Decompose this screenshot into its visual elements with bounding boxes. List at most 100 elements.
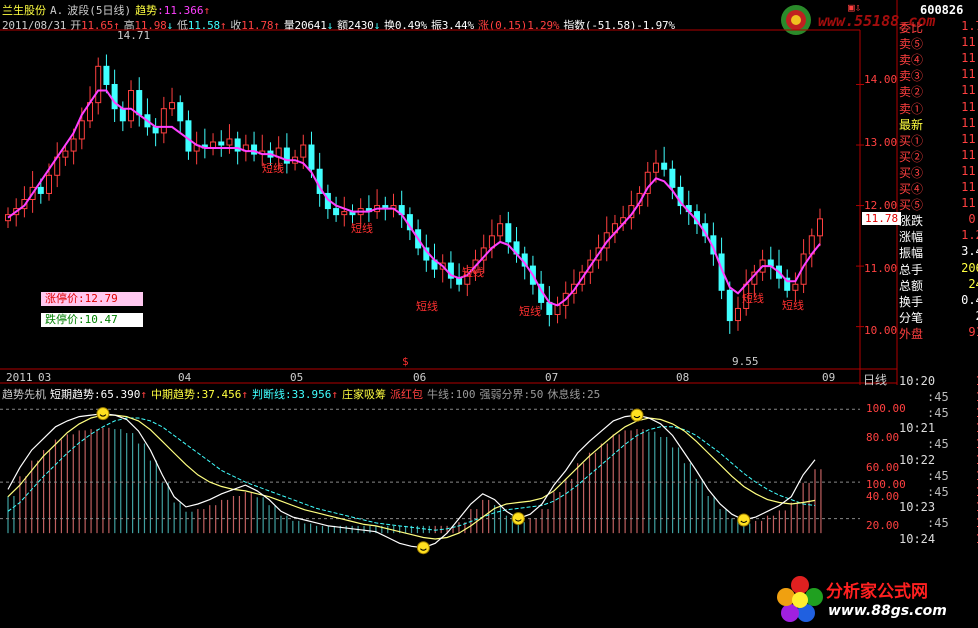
- quote-label: 买②: [899, 149, 924, 163]
- candle-body[interactable]: [554, 304, 561, 316]
- price-chart[interactable]: [0, 0, 978, 385]
- indicator-chart[interactable]: [0, 400, 897, 628]
- candle-body[interactable]: [333, 208, 340, 216]
- quote-row[interactable]: 分笔27: [897, 308, 978, 324]
- tick-row: :4511: [897, 405, 978, 421]
- candle-body[interactable]: [128, 90, 135, 122]
- candle-body[interactable]: [300, 144, 307, 158]
- current-price-tag: 11.78: [862, 212, 902, 225]
- month-label: 07: [545, 371, 559, 384]
- candle-body[interactable]: [546, 301, 553, 316]
- candle-body[interactable]: [497, 223, 504, 237]
- quote-label: 卖③: [899, 69, 924, 83]
- candle-body[interactable]: [734, 307, 741, 322]
- candle-body[interactable]: [103, 65, 110, 85]
- candle-body[interactable]: [817, 218, 823, 237]
- quote-row[interactable]: 买② 11.7: [897, 147, 978, 163]
- candle-body[interactable]: [70, 138, 77, 152]
- quote-row[interactable]: 振幅 3.44: [897, 243, 978, 259]
- candle-body[interactable]: [652, 162, 659, 173]
- quote-row[interactable]: 买④ 11.7: [897, 179, 978, 195]
- quote-value: 2064: [961, 260, 978, 275]
- quote-label: 振幅: [899, 246, 924, 260]
- trend-line: [7, 89, 821, 307]
- candle-body[interactable]: [669, 168, 676, 188]
- quote-value: 11.8: [961, 51, 978, 66]
- month-label: 09: [822, 371, 836, 384]
- quote-row[interactable]: 买① 11.7: [897, 131, 978, 147]
- candle-body[interactable]: [95, 65, 102, 104]
- candle-body[interactable]: [341, 211, 348, 216]
- tick-time: :45: [927, 516, 949, 531]
- quote-value: 11.8: [961, 99, 978, 114]
- quote-row[interactable]: 涨幅 1.29: [897, 227, 978, 243]
- price-label: 14.00: [864, 73, 898, 86]
- quote-row[interactable]: 涨跌 0.1: [897, 211, 978, 227]
- candle-body[interactable]: [726, 289, 733, 322]
- quote-label: 卖①: [899, 101, 924, 115]
- quote-row[interactable]: 买⑤ 11.7: [897, 195, 978, 211]
- candle-body[interactable]: [792, 283, 799, 291]
- candle-body[interactable]: [177, 102, 184, 122]
- quote-row[interactable]: 卖① 11.8: [897, 99, 978, 115]
- quote-row[interactable]: 总额 243: [897, 276, 978, 292]
- candle-body[interactable]: [136, 90, 143, 116]
- smiley-icon: [630, 408, 644, 422]
- candle-body[interactable]: [46, 174, 53, 194]
- tick-time: 10:21: [899, 421, 936, 436]
- tick-time: 10:20: [899, 374, 936, 388]
- candle-body[interactable]: [62, 150, 69, 158]
- smiley-icon: [96, 407, 110, 421]
- candle-body[interactable]: [119, 108, 126, 122]
- candle-body[interactable]: [78, 120, 85, 140]
- candle-body[interactable]: [308, 144, 315, 170]
- candle-body[interactable]: [37, 186, 44, 194]
- quote-row[interactable]: 最新 11.7: [897, 115, 978, 131]
- tick-time: :45: [927, 389, 949, 404]
- month-label: 05: [290, 371, 304, 384]
- quote-label: 买⑤: [899, 198, 924, 212]
- quote-row[interactable]: 委比 1.72: [897, 18, 978, 34]
- smiley-icon: [511, 512, 525, 526]
- candle-body[interactable]: [218, 141, 225, 146]
- tick-row: 10:2311: [897, 499, 978, 515]
- quote-label: 涨幅: [899, 230, 924, 244]
- indicator-axis-label: 100.00: [866, 402, 906, 416]
- tick-row: 10:2111: [897, 420, 978, 436]
- quote-row[interactable]: 卖⑤ 11.8: [897, 34, 978, 50]
- quote-row[interactable]: 卖③ 11.8: [897, 66, 978, 82]
- quote-label: 买③: [899, 165, 924, 179]
- short-line-label: 短线: [782, 299, 804, 312]
- quote-row[interactable]: 总手 2064: [897, 260, 978, 276]
- tick-time: :45: [927, 484, 949, 499]
- quote-row[interactable]: 外盘 911: [897, 324, 978, 340]
- tick-row: :4511: [897, 389, 978, 405]
- quote-label: 换手: [899, 294, 924, 308]
- quote-value: 11.7: [961, 115, 978, 130]
- quote-label: 涨跌: [899, 214, 924, 228]
- quote-value: 11.7: [961, 196, 978, 211]
- tick-row: 10:2011: [897, 373, 978, 389]
- low-mark: 9.55: [732, 355, 759, 368]
- quote-label: 外盘: [899, 326, 924, 340]
- quote-label: 卖②: [899, 85, 924, 99]
- candle-body[interactable]: [160, 108, 167, 134]
- quote-value: 11.7: [961, 163, 978, 178]
- quote-label: 总额: [899, 278, 924, 292]
- quote-row[interactable]: 买③ 11.7: [897, 163, 978, 179]
- tick-time: 10:23: [899, 500, 936, 515]
- candle-body[interactable]: [185, 120, 192, 152]
- candle-body[interactable]: [505, 223, 512, 243]
- quote-row[interactable]: 卖④ 11.8: [897, 50, 978, 66]
- tick-row: :4511: [897, 484, 978, 500]
- quote-row[interactable]: 卖② 11.8: [897, 82, 978, 98]
- tick-time: 10:24: [899, 532, 936, 546]
- quote-label: 买④: [899, 182, 924, 195]
- indicator-axis-label: 20.00: [866, 518, 900, 532]
- candle-body[interactable]: [226, 138, 233, 146]
- candle-body[interactable]: [661, 162, 668, 170]
- candle-body[interactable]: [169, 102, 176, 110]
- quote-row[interactable]: 换手 0.49: [897, 292, 978, 308]
- quote-value: 1.72: [961, 19, 978, 33]
- period-tag[interactable]: 日线: [863, 371, 887, 388]
